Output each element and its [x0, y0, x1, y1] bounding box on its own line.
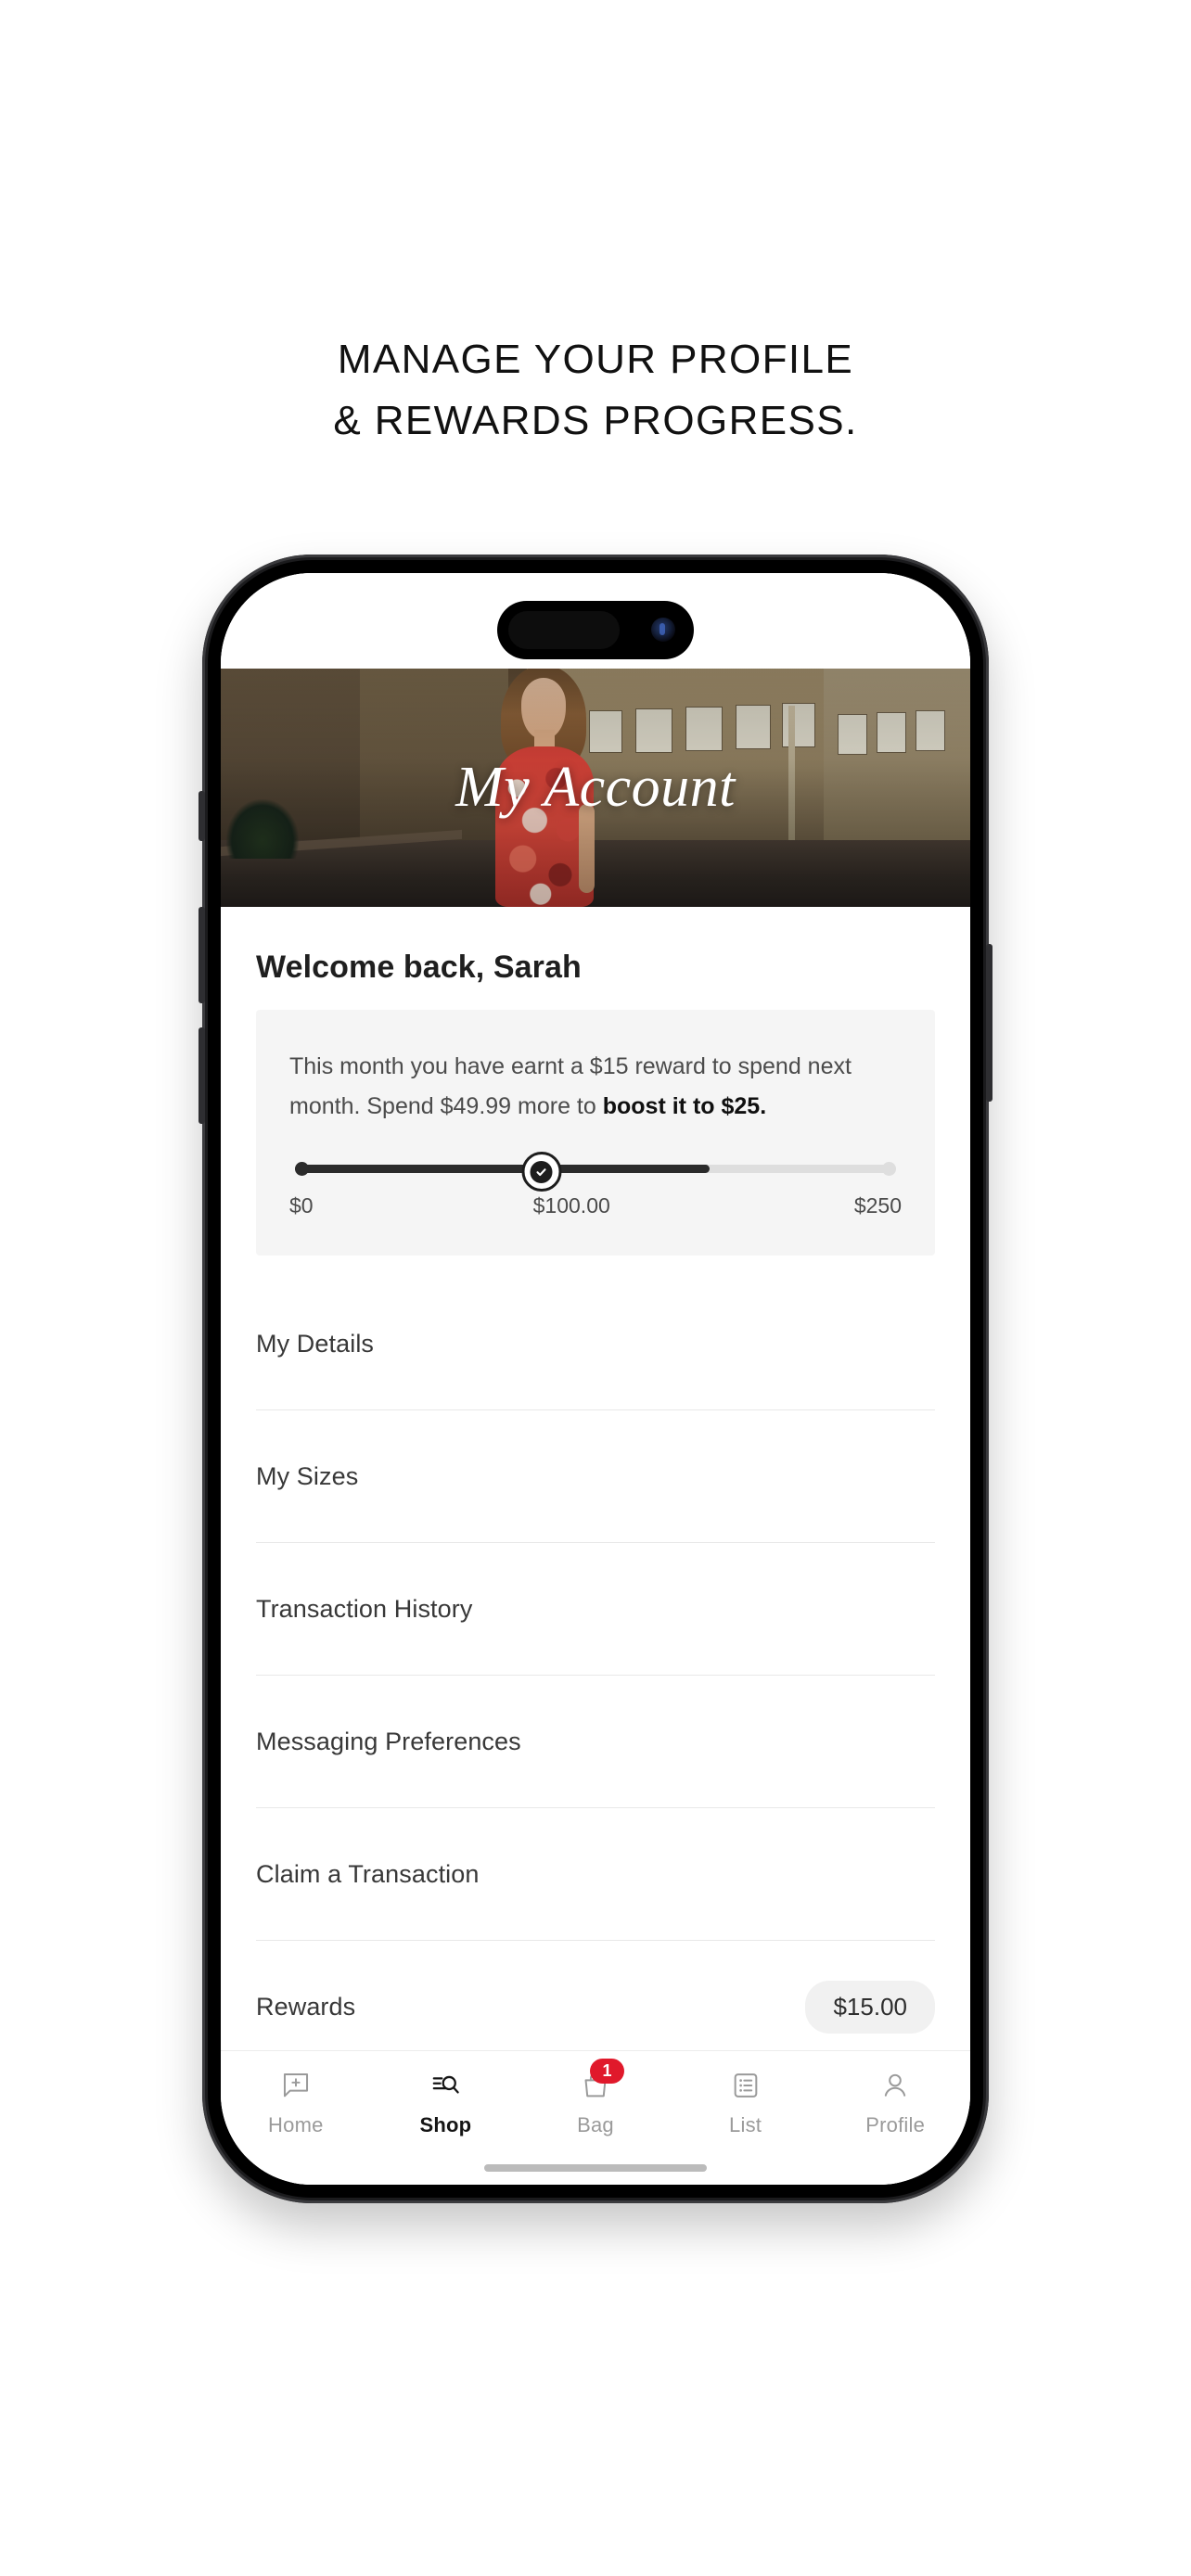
- menu-item-label: Claim a Transaction: [256, 1859, 480, 1888]
- account-menu-list: My Details My Sizes Transaction History …: [256, 1278, 935, 2050]
- phone-screen: My Account Welcome back, Sarah This mont…: [221, 573, 970, 2185]
- front-camera-icon: [651, 618, 675, 642]
- reward-progress-card: This month you have earnt a $15 reward t…: [256, 1010, 935, 1256]
- account-hero-banner: My Account: [221, 669, 970, 907]
- search-lines-icon: [426, 2066, 465, 2105]
- menu-item-my-sizes[interactable]: My Sizes: [256, 1410, 935, 1543]
- list-icon: [726, 2066, 765, 2105]
- slider-fill: [295, 1165, 711, 1173]
- menu-item-label: My Sizes: [256, 1461, 359, 1490]
- home-indicator: [484, 2164, 707, 2172]
- menu-item-label: Messaging Preferences: [256, 1727, 521, 1755]
- slider-end-dot: [882, 1162, 896, 1176]
- check-circle-icon: [530, 1160, 553, 1183]
- chat-plus-icon: [276, 2066, 315, 2105]
- dynamic-island: [497, 601, 694, 659]
- reward-description: This month you have earnt a $15 reward t…: [289, 1047, 902, 1127]
- reward-boost-text: boost it to $25.: [602, 1093, 767, 1119]
- slider-mid-label: $100.00: [532, 1193, 610, 1218]
- rewards-balance-badge: $15.00: [805, 1980, 935, 2034]
- menu-item-label: Transaction History: [256, 1594, 473, 1623]
- slider-labels: $0 $100.00 $250: [289, 1193, 902, 1218]
- silent-switch[interactable]: [198, 791, 205, 841]
- power-button[interactable]: [986, 944, 992, 1102]
- reward-progress-slider[interactable]: [295, 1152, 896, 1192]
- shopping-bag-icon: 1: [576, 2059, 624, 2105]
- hero-title: My Account: [455, 755, 736, 819]
- slider-max-label: $250: [853, 1193, 902, 1218]
- earpiece-speaker: [508, 611, 620, 649]
- menu-item-claim-a-transaction[interactable]: Claim a Transaction: [256, 1808, 935, 1941]
- menu-item-rewards[interactable]: Rewards $15.00: [256, 1941, 935, 2050]
- tab-label: Bag: [577, 2113, 614, 2136]
- app-root: My Account Welcome back, Sarah This mont…: [221, 573, 970, 2185]
- page-title-line-2: & REWARDS PROGRESS.: [333, 398, 858, 443]
- person-icon: [876, 2066, 915, 2105]
- page-title-line-1: MANAGE YOUR PROFILE: [337, 337, 854, 382]
- menu-item-label: Rewards: [256, 1992, 356, 2021]
- tab-shop[interactable]: Shop: [371, 2066, 521, 2137]
- tab-label: List: [729, 2113, 762, 2136]
- tab-label: Shop: [419, 2113, 472, 2136]
- volume-up-button[interactable]: [198, 907, 205, 1003]
- page-title: MANAGE YOUR PROFILE & REWARDS PROGRESS.: [0, 329, 1191, 452]
- account-content: Welcome back, Sarah This month you have …: [221, 907, 970, 2050]
- menu-item-my-details[interactable]: My Details: [256, 1278, 935, 1410]
- welcome-message: Welcome back, Sarah: [256, 950, 582, 985]
- tab-label: Profile: [865, 2113, 926, 2136]
- tab-home[interactable]: Home: [221, 2066, 371, 2137]
- phone-mockup: My Account Welcome back, Sarah This mont…: [198, 555, 992, 2203]
- tab-bag[interactable]: 1 Bag: [520, 2059, 671, 2137]
- menu-item-transaction-history[interactable]: Transaction History: [256, 1543, 935, 1676]
- slider-start-dot: [295, 1162, 309, 1176]
- slider-milestone-handle[interactable]: [521, 1152, 562, 1192]
- tab-label: Home: [268, 2113, 324, 2136]
- bag-count-badge: 1: [589, 2059, 624, 2084]
- tab-profile[interactable]: Profile: [820, 2066, 970, 2137]
- reward-description-text: This month you have earnt a $15 reward t…: [289, 1053, 852, 1119]
- slider-min-label: $0: [289, 1193, 314, 1218]
- menu-item-label: My Details: [256, 1329, 375, 1358]
- tab-list[interactable]: List: [671, 2066, 821, 2137]
- volume-down-button[interactable]: [198, 1027, 205, 1124]
- menu-item-messaging-preferences[interactable]: Messaging Preferences: [256, 1676, 935, 1808]
